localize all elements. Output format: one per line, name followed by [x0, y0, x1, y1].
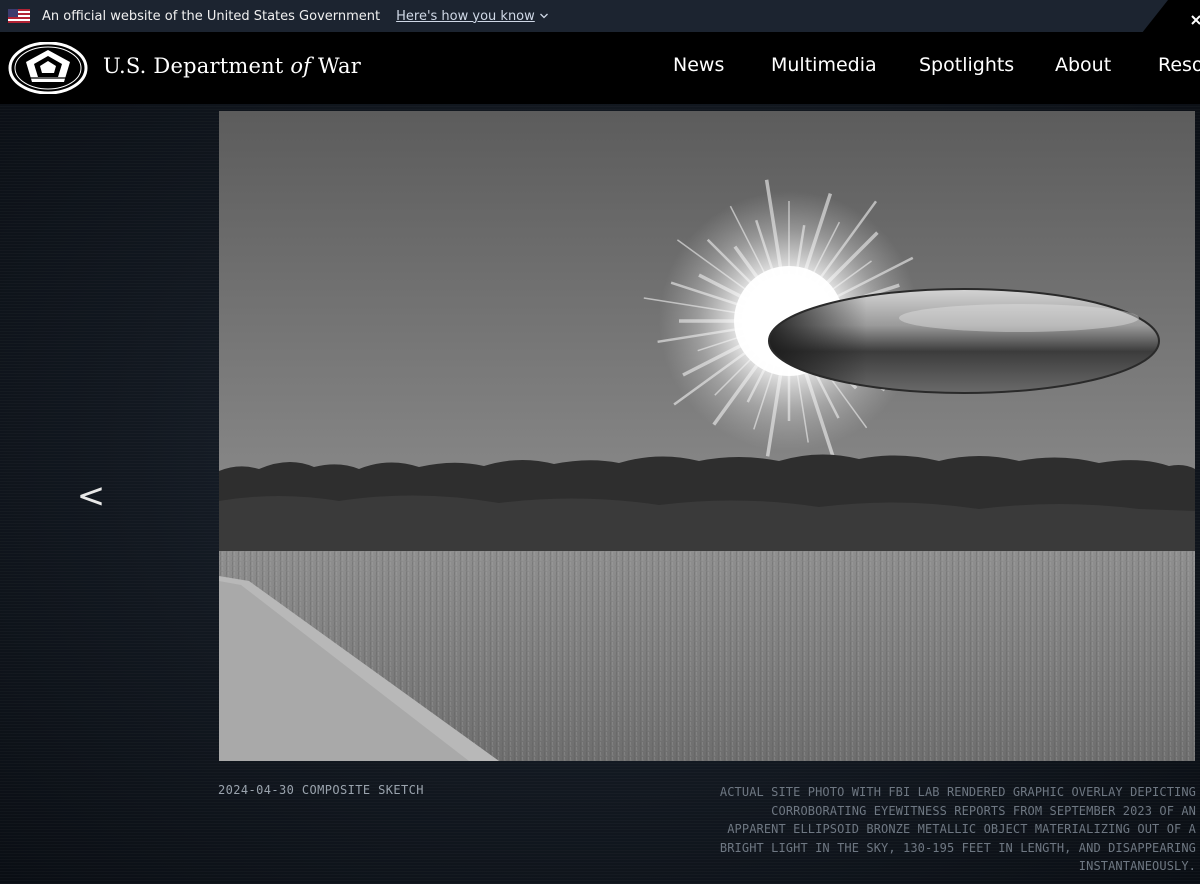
nav-item-spotlights[interactable]: Spotlights	[919, 54, 1055, 76]
site-name[interactable]: U.S. Department of War	[103, 54, 361, 78]
nav-item-news[interactable]: News	[673, 54, 771, 76]
site-name-of: of	[290, 54, 312, 78]
chevron-down-icon	[539, 13, 548, 19]
pentagon-seal-logo[interactable]	[8, 42, 88, 94]
us-flag-icon	[8, 9, 30, 23]
nav-item-about[interactable]: About	[1055, 54, 1158, 76]
site-header: U.S. Department of War News Multimedia S…	[0, 32, 1200, 104]
previous-slide-button[interactable]: <	[74, 474, 108, 518]
nav-item-multimedia[interactable]: Multimedia	[771, 54, 919, 76]
site-name-part: U.S. Department	[103, 54, 291, 78]
nav-item-resources[interactable]: Resources	[1158, 54, 1200, 76]
official-site-text: An official website of the United States…	[42, 8, 381, 24]
photo-description: ACTUAL SITE PHOTO WITH FBI LAB RENDERED …	[662, 783, 1196, 876]
heres-how-you-know-link[interactable]: Here's how you know	[396, 9, 549, 24]
description-line: CORROBORATING EYEWITNESS REPORTS FROM SE…	[771, 803, 1196, 818]
description-line: BRIGHT LIGHT IN THE SKY, 130-195 FEET IN…	[719, 840, 1196, 855]
gallery-section: < 2024-04-30 COMPOSITE SKETCH ACTUAL SIT…	[0, 104, 1200, 884]
gov-banner: An official website of the United States…	[0, 0, 1200, 38]
main-nav: News Multimedia Spotlights About Resourc…	[673, 54, 1200, 76]
description-line: ACTUAL SITE PHOTO WITH FBI LAB RENDERED …	[719, 785, 1196, 799]
description-line: INSTANTANEOUSLY.	[1078, 859, 1196, 873]
site-name-part: War	[311, 54, 361, 78]
photo-date-caption: 2024-04-30 COMPOSITE SKETCH	[218, 783, 424, 797]
description-line: APPARENT ELLIPSOID BRONZE METALLIC OBJEC…	[727, 822, 1196, 836]
heres-how-you-know-label: Here's how you know	[396, 8, 535, 24]
ufo-composite-photo	[219, 111, 1195, 761]
